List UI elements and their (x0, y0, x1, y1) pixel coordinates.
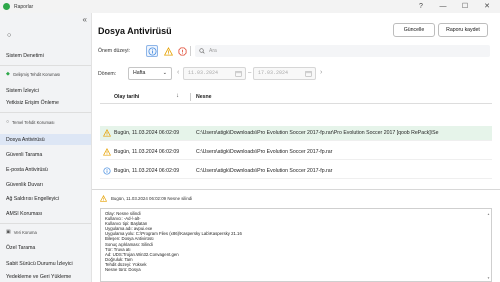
calendar-icon (235, 71, 242, 77)
period-label: Dönem: (98, 71, 117, 77)
filter-critical-button[interactable] (176, 45, 188, 57)
sidebar-item-mail-antivirus[interactable]: E-posta Antivirüsü (6, 167, 48, 173)
warning-icon (100, 195, 107, 202)
sidebar-item-file-antivirus[interactable]: Dosya Antivirüsü (6, 137, 45, 143)
maximize-button[interactable]: ☐ (454, 1, 476, 12)
title-bar: Raporlar ? — ☐ ✕ (0, 0, 500, 13)
lock-icon: ▣ (6, 229, 11, 235)
warning-icon (163, 46, 173, 56)
date-from-field[interactable]: 11.03.2024 (183, 67, 246, 80)
warning-icon (103, 129, 111, 137)
circle-icon: ○ (6, 119, 10, 125)
sidebar-item-safe-browsing[interactable]: Güvenli Tarama (6, 152, 42, 158)
table-row[interactable]: Bugün, 11.03.2024 06:02:09 C:\Users\atig… (100, 126, 492, 141)
date-range-separator: – (248, 70, 252, 76)
sidebar-item-network-attack-blocker[interactable]: Ağ Saldırısı Engelleyici (6, 196, 59, 202)
filter-info-button[interactable] (146, 45, 158, 57)
info-icon (103, 167, 111, 175)
previous-period-button[interactable]: ‹ (177, 69, 179, 76)
row-object: C:\Users\atigk\Downloads\Pro Evolution S… (196, 149, 333, 155)
column-header-object[interactable]: Nesne (196, 94, 212, 100)
sidebar-item-disk-health-monitor[interactable]: Sabit Sürücü Durumu İzleyici (6, 261, 73, 267)
row-object: C:\Users\atigk\Downloads\Pro Evolution S… (196, 168, 333, 174)
close-button[interactable]: ✕ (476, 1, 498, 12)
filter-warning-button[interactable] (162, 45, 174, 57)
table-header: Olay tarihi ↓ Nesne (100, 90, 492, 104)
detail-header: Bugün, 11.03.2024 06:02:09 Nesne silindi (100, 195, 192, 202)
scroll-down-icon[interactable]: ▼ (487, 276, 490, 280)
save-report-button[interactable]: Raporu kaydet (438, 23, 488, 37)
sidebar-header-data-protection: ▣ Veri Koruma (6, 229, 37, 235)
detail-line: Nesne türü: Dosya (105, 267, 141, 273)
table-row[interactable]: Bugün, 11.03.2024 06:02:09 C:\Users\atig… (100, 145, 492, 160)
sidebar-item-firewall[interactable]: Güvenlik Duvarı (6, 182, 43, 188)
row-object: C:\Users\atigk\Downloads\Pro Evolution S… (196, 130, 439, 136)
scroll-up-icon[interactable]: ▲ (487, 212, 490, 216)
next-period-button[interactable]: › (320, 69, 322, 76)
date-to-field[interactable]: 17.03.2024 (253, 67, 316, 80)
search-input[interactable] (209, 48, 479, 54)
sidebar-item-custom-scan[interactable]: Özel Tarama (6, 245, 35, 251)
column-header-date[interactable]: Olay tarihi (114, 94, 139, 100)
sidebar-item-backup-restore[interactable]: Yedekleme ve Geri Yükleme (6, 274, 71, 280)
help-button[interactable]: ? (410, 1, 432, 12)
table-row[interactable]: Bugün, 11.03.2024 06:02:09 C:\Users\atig… (100, 164, 492, 179)
app-logo (3, 3, 10, 10)
event-details: Olay: Nesne silindi Kullanıcı: -Ad-\-alt… (100, 208, 492, 282)
shield-icon: ◆ (6, 71, 10, 77)
warning-icon (103, 148, 111, 156)
search-box[interactable] (195, 45, 490, 57)
chevron-down-icon: ⌄ (162, 70, 167, 76)
info-icon (147, 46, 157, 56)
row-date: Bugün, 11.03.2024 06:02:09 (114, 168, 180, 174)
sidebar-item-system-audit[interactable]: Sistem Denetimi (6, 53, 44, 59)
critical-icon (177, 46, 187, 56)
sidebar-item-amsi-protection[interactable]: AMSI Koruması (6, 211, 42, 217)
protection-status-icon: ○ (7, 32, 12, 39)
importance-label: Önem düzeyi: (98, 48, 131, 54)
sidebar-header-advanced-protection: ◆ Gelişmiş Tehdit Koruması (6, 71, 61, 77)
main-content: Dosya Antivirüsü Güncelle Raporu kaydet … (92, 13, 500, 282)
row-date: Bugün, 11.03.2024 06:02:09 (114, 130, 180, 136)
sidebar-header-basic-protection: ○ Temel Tehdit Koruması (6, 119, 55, 125)
collapse-sidebar-button[interactable]: « (83, 15, 87, 24)
calendar-icon (305, 71, 312, 77)
sort-down-icon[interactable]: ↓ (176, 93, 179, 99)
detail-scrollbar[interactable]: ▲ ▼ (487, 212, 490, 280)
window-title: Raporlar (14, 3, 34, 10)
sidebar-item-access-prevention[interactable]: Yetkisiz Erişim Önleme (6, 100, 59, 106)
row-date: Bugün, 11.03.2024 06:02:09 (114, 149, 180, 155)
refresh-button[interactable]: Güncelle (393, 23, 435, 37)
period-value: Hafta (133, 70, 146, 76)
page-title: Dosya Antivirüsü (98, 26, 172, 36)
period-select[interactable]: Hafta ⌄ (128, 67, 172, 80)
minimize-button[interactable]: — (432, 1, 454, 12)
search-icon (199, 48, 205, 54)
sidebar-item-system-watcher[interactable]: Sistem İzleyici (6, 88, 39, 94)
splitter[interactable] (92, 189, 500, 190)
sidebar: « ○ Sistem Denetimi ◆ Gelişmiş Tehdit Ko… (0, 13, 92, 282)
